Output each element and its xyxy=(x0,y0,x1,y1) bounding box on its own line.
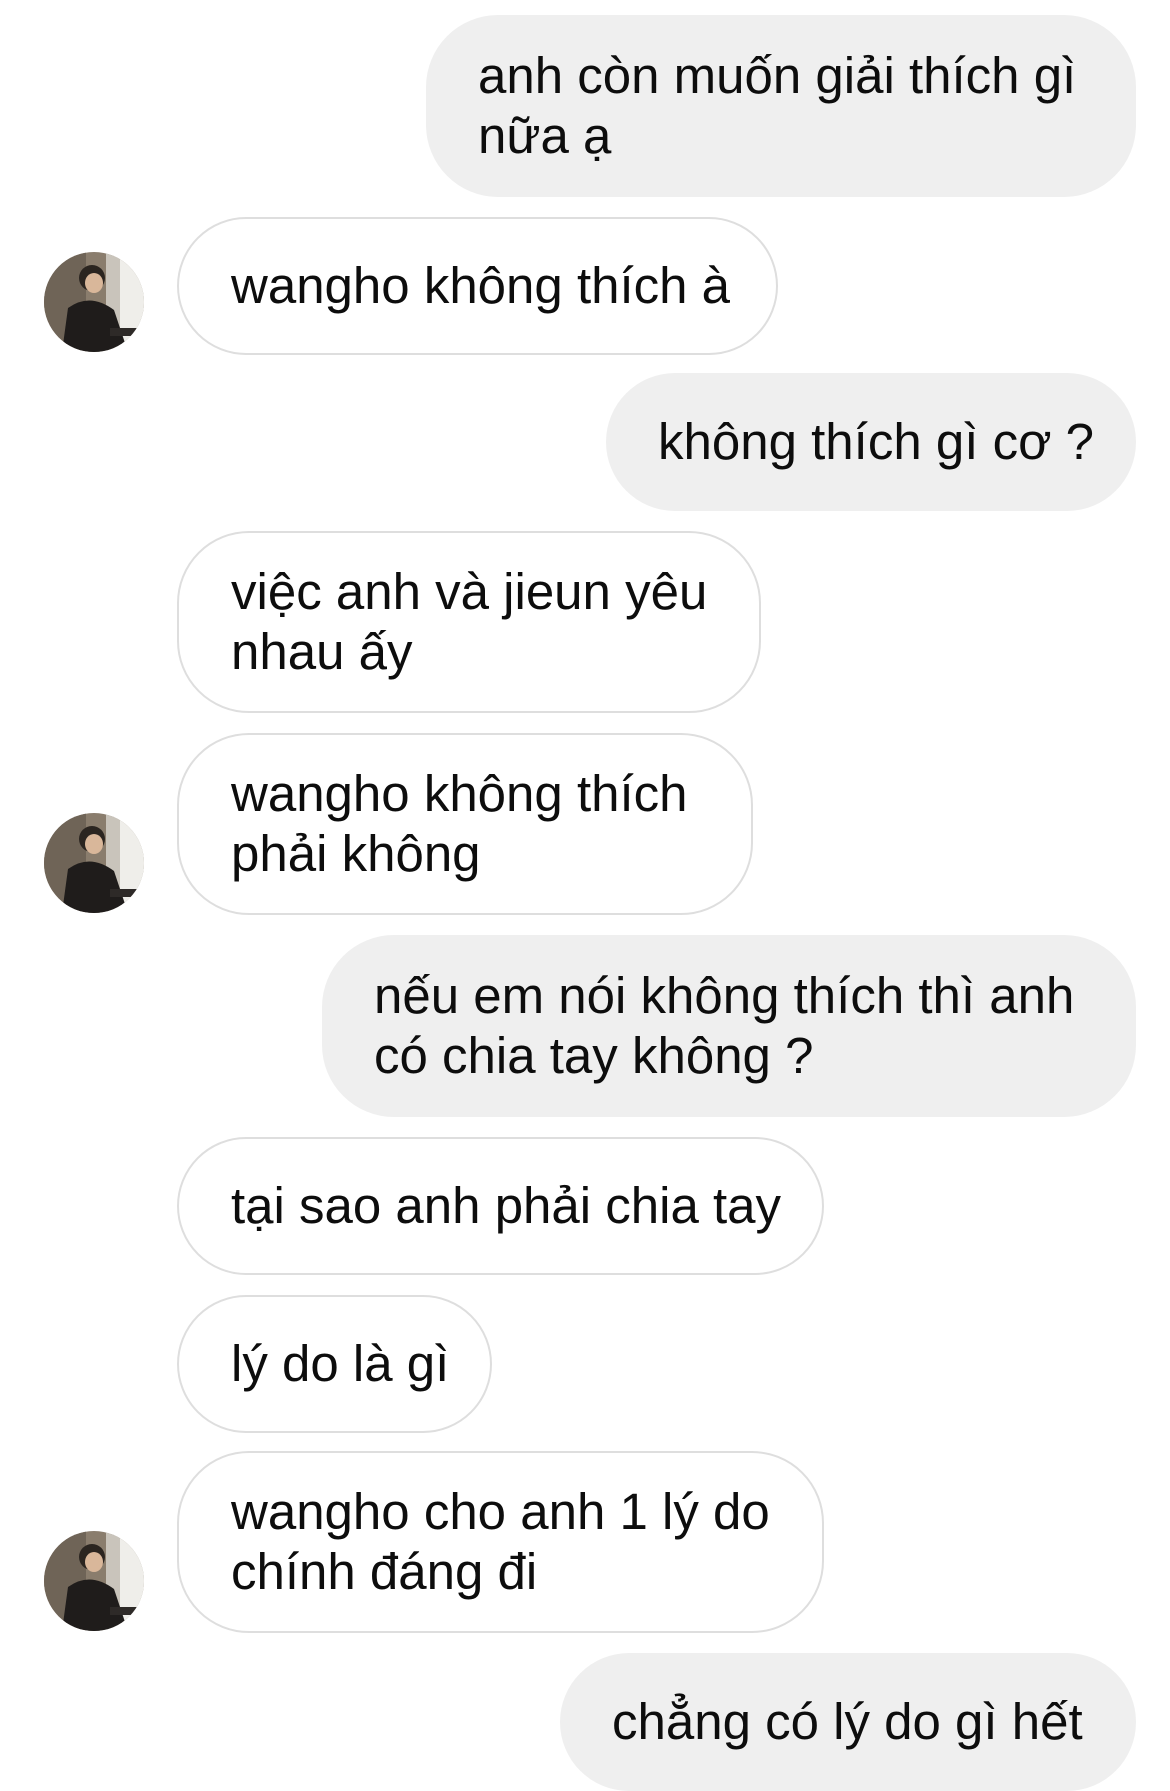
message-line: không thích gì cơ ? xyxy=(658,413,1095,470)
message-text: việc anh và jieun yêu nhau ấy xyxy=(231,562,707,682)
message-line: chẳng có lý do gì hết xyxy=(612,1693,1083,1750)
message-text: không thích gì cơ ? xyxy=(658,412,1094,472)
message-line: nhau ấy xyxy=(231,623,413,680)
message-line: lý do là gì xyxy=(231,1335,450,1392)
message-text: wangho cho anh 1 lý do chính đáng đi xyxy=(231,1482,770,1602)
message-text: wangho không thích à xyxy=(231,256,730,316)
avatar-photo-icon xyxy=(44,813,144,913)
message-line: wangho không thích à xyxy=(231,257,731,314)
avatar-photo-icon xyxy=(44,1531,144,1631)
contact-avatar[interactable] xyxy=(44,252,144,352)
message-line: nữa ạ xyxy=(478,107,612,164)
message-text: chẳng có lý do gì hết xyxy=(612,1692,1083,1752)
message-bubble-sent[interactable]: nếu em nói không thích thì anh có chia t… xyxy=(322,935,1136,1117)
message-text: wangho không thích phải không xyxy=(231,764,688,884)
message-line: anh còn muốn giải thích gì xyxy=(478,47,1077,104)
message-text: lý do là gì xyxy=(231,1334,449,1394)
message-line: việc anh và jieun yêu xyxy=(231,563,708,620)
contact-avatar[interactable] xyxy=(44,1531,144,1631)
message-bubble-received[interactable]: việc anh và jieun yêu nhau ấy xyxy=(177,531,761,713)
message-bubble-sent[interactable]: chẳng có lý do gì hết xyxy=(560,1653,1136,1791)
message-line: chính đáng đi xyxy=(231,1543,538,1600)
chat-thread: anh còn muốn giải thích gì nữa ạ wangho … xyxy=(0,0,1170,1791)
message-line: phải không xyxy=(231,825,481,882)
message-bubble-received[interactable]: tại sao anh phải chia tay xyxy=(177,1137,824,1275)
message-line: tại sao anh phải chia tay xyxy=(231,1177,782,1234)
message-text: nếu em nói không thích thì anh có chia t… xyxy=(374,966,1074,1086)
message-text: anh còn muốn giải thích gì nữa ạ xyxy=(478,46,1076,166)
message-line: wangho cho anh 1 lý do xyxy=(231,1483,770,1540)
contact-avatar[interactable] xyxy=(44,813,144,913)
message-line: wangho không thích xyxy=(231,765,688,822)
message-bubble-received[interactable]: wangho cho anh 1 lý do chính đáng đi xyxy=(177,1451,824,1633)
avatar-photo-icon xyxy=(44,252,144,352)
message-bubble-sent[interactable]: anh còn muốn giải thích gì nữa ạ xyxy=(426,15,1136,197)
message-line: có chia tay không ? xyxy=(374,1027,814,1084)
message-line: nếu em nói không thích thì anh xyxy=(374,967,1075,1024)
message-bubble-received[interactable]: wangho không thích phải không xyxy=(177,733,753,915)
message-bubble-received[interactable]: lý do là gì xyxy=(177,1295,492,1433)
message-bubble-sent[interactable]: không thích gì cơ ? xyxy=(606,373,1136,511)
message-bubble-received[interactable]: wangho không thích à xyxy=(177,217,778,355)
message-text: tại sao anh phải chia tay xyxy=(231,1176,781,1236)
